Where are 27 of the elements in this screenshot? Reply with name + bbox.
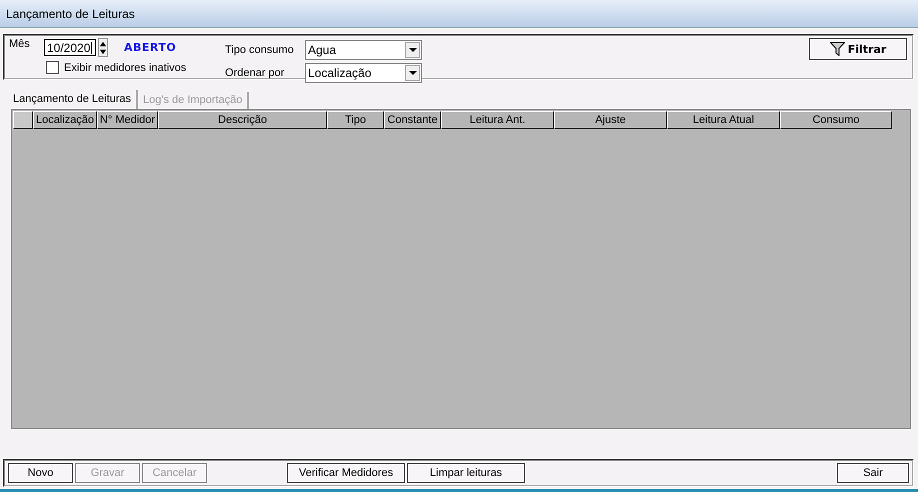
column-header[interactable]: Constante	[384, 111, 441, 129]
action-button[interactable]: Limpar leituras	[407, 463, 525, 483]
order-by-label: Ordenar por	[225, 67, 286, 79]
column-header[interactable]: Descrição	[158, 111, 327, 129]
column-header[interactable]: Leitura Ant.	[441, 111, 554, 129]
order-by-dropdown[interactable]: Localização	[305, 63, 422, 83]
checkbox[interactable]	[46, 61, 59, 74]
month-label: Mês	[9, 38, 31, 50]
column-header[interactable]: N° Medidor	[97, 111, 158, 129]
column-header[interactable]: Tipo	[327, 111, 384, 129]
grid-corner	[13, 111, 33, 129]
column-header[interactable]: Consumo	[780, 111, 892, 129]
action-button[interactable]: Verificar Medidores	[287, 463, 405, 483]
column-header[interactable]: Ajuste	[554, 111, 667, 129]
action-button[interactable]: Novo	[8, 463, 73, 483]
action-button[interactable]: Sair	[837, 463, 909, 483]
status-label: ABERTO	[124, 41, 176, 54]
column-header[interactable]: Localização	[33, 111, 97, 129]
filter-icon	[830, 42, 845, 56]
month-field[interactable]: 10/2020	[44, 39, 96, 56]
column-header[interactable]: Leitura Atual	[667, 111, 780, 129]
consumption-type-label: Tipo consumo	[225, 44, 295, 56]
consumption-type-dropdown[interactable]: Agua	[305, 40, 422, 60]
checkbox-label: Exibir medidores inativos	[64, 62, 186, 74]
spin-button[interactable]	[98, 38, 108, 57]
window-title: Lançamento de Leituras	[6, 6, 135, 20]
filter-button[interactable]: Filtrar	[809, 38, 907, 60]
